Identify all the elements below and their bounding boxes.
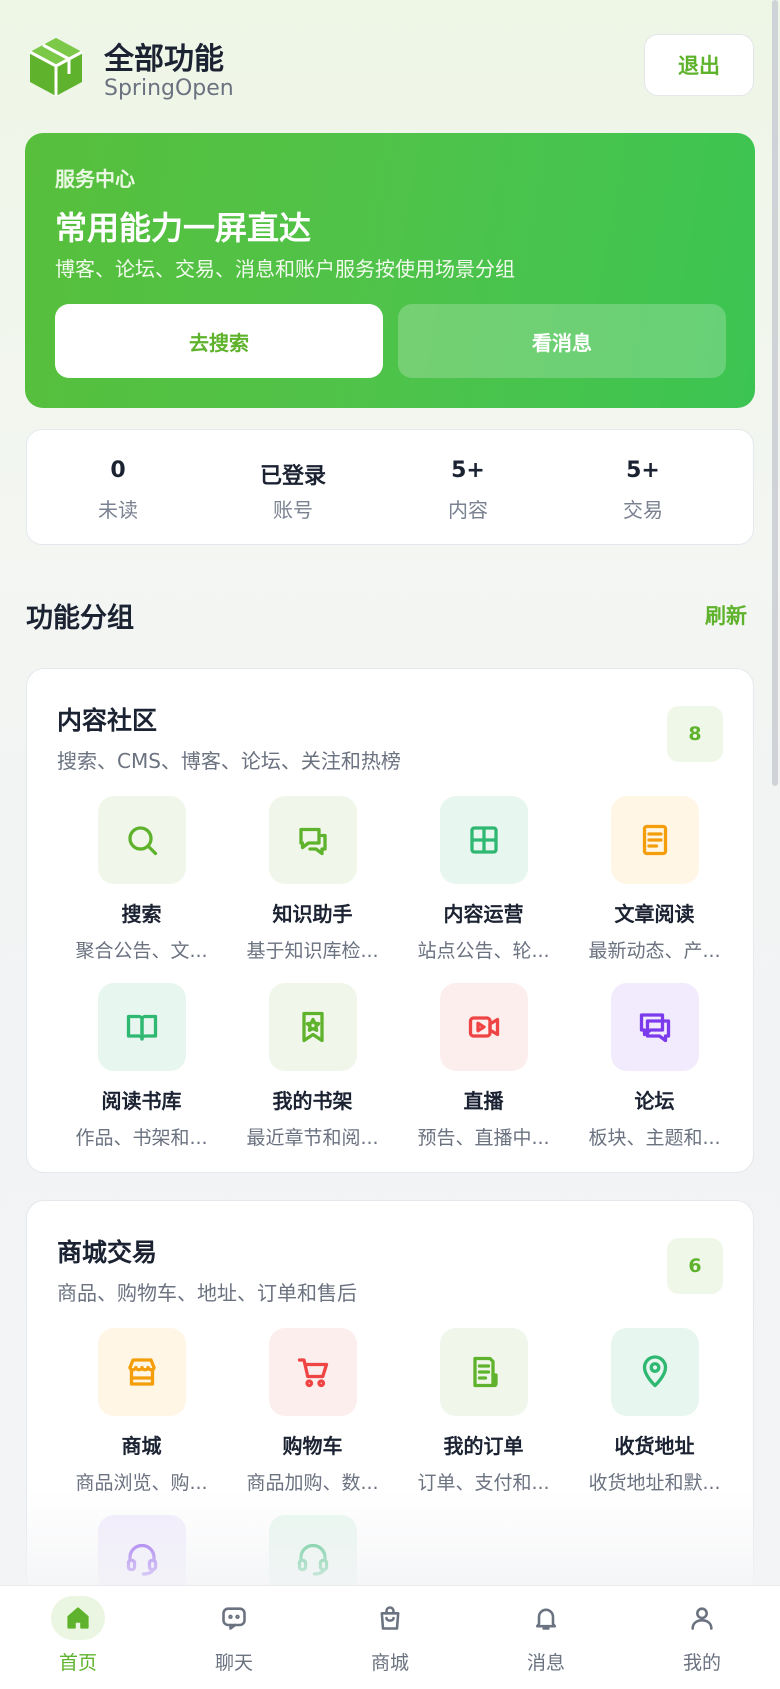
feature-item-name: 内容运营 [443, 902, 524, 926]
scroll-fade [0, 1490, 780, 1586]
stat-value: 0 [110, 458, 126, 483]
feature-item-description: 最近章节和阅... [246, 1127, 379, 1149]
feature-item-description: 站点公告、轮... [417, 940, 550, 962]
feature-item[interactable]: 我的书架最近章节和阅... [227, 983, 398, 1153]
stat-label: 未读 [98, 498, 138, 522]
group-card-content-community: 内容社区 搜索、CMS、博客、论坛、关注和热榜 8 搜索 聚合公告、文... 知识助… [26, 668, 754, 1173]
logout-button[interactable]: 退出 [644, 34, 754, 96]
feature-item[interactable]: 知识助手基于知识库检... [227, 796, 398, 966]
book-icon [98, 983, 186, 1071]
group-description: 商品、购物车、地址、订单和售后 [57, 1281, 357, 1305]
app-subtitle: SpringOpen [104, 76, 234, 101]
feature-item[interactable]: 内容运营站点公告、轮... [398, 796, 569, 966]
group-title: 商城交易 [57, 1238, 158, 1267]
tab-bell[interactable]: 消息 [468, 1586, 624, 1689]
user-icon [675, 1596, 729, 1640]
forum-icon [611, 983, 699, 1071]
cart-icon [269, 1328, 357, 1416]
stat-label: 账号 [273, 498, 313, 522]
feature-item-name: 商城 [121, 1434, 162, 1458]
video-icon [440, 983, 528, 1071]
banner-description: 博客、论坛、交易、消息和账户服务按使用场景分组 [55, 257, 515, 281]
banner-title: 常用能力一屏直达 [55, 209, 312, 247]
feature-item[interactable]: 搜索聚合公告、文... [56, 796, 227, 966]
feature-item-name: 文章阅读 [614, 902, 695, 926]
group-count-badge: 8 [667, 706, 723, 762]
feature-item-name: 我的书架 [272, 1089, 353, 1113]
go-search-button[interactable]: 去搜索 [55, 304, 383, 378]
feature-item-name: 阅读书库 [101, 1089, 182, 1113]
feature-item[interactable]: 论坛板块、主题和... [569, 983, 740, 1153]
feature-item[interactable]: 文章阅读最新动态、产... [569, 796, 740, 966]
article-icon [611, 796, 699, 884]
stat-label: 交易 [623, 498, 663, 522]
stats-panel: 0 未读 已登录 账号 5+ 内容 5+ 交易 [26, 429, 754, 545]
page-title: 全部功能 [104, 42, 224, 77]
feature-item[interactable]: 商城 商品浏览、购... [56, 1328, 227, 1498]
stat-content[interactable]: 5+ 内容 [377, 430, 559, 546]
group-count-badge: 6 [667, 1238, 723, 1294]
feature-item-description: 预告、直播中... [417, 1127, 550, 1149]
tab-label: 首页 [58, 1652, 97, 1674]
stat-trade[interactable]: 5+ 交易 [552, 430, 734, 546]
page-header: 全部功能 SpringOpen 退出 [26, 30, 754, 106]
chat-icon [269, 796, 357, 884]
stat-value: 5+ [626, 458, 660, 483]
feature-item[interactable]: 阅读书库作品、书架和... [56, 983, 227, 1153]
app-logo-icon [29, 38, 83, 96]
feature-item-name: 知识助手 [272, 902, 353, 926]
view-messages-button[interactable]: 看消息 [398, 304, 726, 378]
feature-item-description: 基于知识库检... [246, 940, 379, 962]
feature-item-name: 搜索 [121, 902, 162, 926]
bottom-tab-bar: 首页 聊天 商城 消息 我的 [0, 1585, 780, 1689]
tab-label: 我的 [682, 1652, 721, 1674]
bookmark-star-icon [269, 983, 357, 1071]
feature-item-description: 最新动态、产... [588, 940, 721, 962]
feature-item-description: 作品、书架和... [75, 1127, 208, 1149]
feature-item-name: 直播 [463, 1089, 504, 1113]
stat-label: 内容 [448, 498, 488, 522]
feature-item-name: 论坛 [634, 1089, 675, 1113]
chat-bubble-icon [207, 1596, 261, 1640]
feature-item-description: 板块、主题和... [588, 1127, 721, 1149]
bell-icon [519, 1596, 573, 1640]
stat-unread[interactable]: 0 未读 [27, 430, 209, 546]
search-icon [98, 796, 186, 884]
tab-home[interactable]: 首页 [0, 1586, 156, 1689]
group-title: 内容社区 [57, 706, 158, 735]
section-title: 功能分组 [26, 603, 134, 634]
tab-label: 消息 [526, 1652, 565, 1674]
feature-item[interactable]: 购物车 商品加购、数... [227, 1328, 398, 1498]
banner-kicker: 服务中心 [55, 167, 135, 191]
stat-value: 已登录 [259, 464, 326, 489]
grid-icon [440, 796, 528, 884]
stat-value: 5+ [451, 458, 485, 483]
location-pin-icon [611, 1328, 699, 1416]
store-icon [98, 1328, 186, 1416]
receipt-icon [440, 1328, 528, 1416]
home-icon [51, 1596, 105, 1640]
service-center-banner: 服务中心 常用能力一屏直达 博客、论坛、交易、消息和账户服务按使用场景分组 去搜… [25, 133, 755, 408]
feature-item-description: 聚合公告、文... [75, 940, 208, 962]
feature-item-name: 购物车 [282, 1434, 343, 1458]
group-description: 搜索、CMS、博客、论坛、关注和热榜 [57, 749, 401, 773]
shopping-bag-icon [363, 1596, 417, 1640]
tab-shopping-bag[interactable]: 商城 [312, 1586, 468, 1689]
feature-item-name: 收货地址 [614, 1434, 695, 1458]
tab-label: 商城 [370, 1652, 409, 1674]
feature-item[interactable]: 我的订单 订单、支付和... [398, 1328, 569, 1498]
tab-chat-bubble[interactable]: 聊天 [156, 1586, 312, 1689]
stat-account[interactable]: 已登录 账号 [202, 430, 384, 546]
feature-item[interactable]: 直播预告、直播中... [398, 983, 569, 1153]
feature-item-name: 我的订单 [443, 1434, 524, 1458]
tab-label: 聊天 [214, 1652, 253, 1674]
feature-item[interactable]: 收货地址 收货地址和默... [569, 1328, 740, 1498]
refresh-button[interactable]: 刷新 [705, 600, 747, 630]
tab-user[interactable]: 我的 [624, 1586, 780, 1689]
page-scrollbar[interactable] [772, 0, 778, 786]
